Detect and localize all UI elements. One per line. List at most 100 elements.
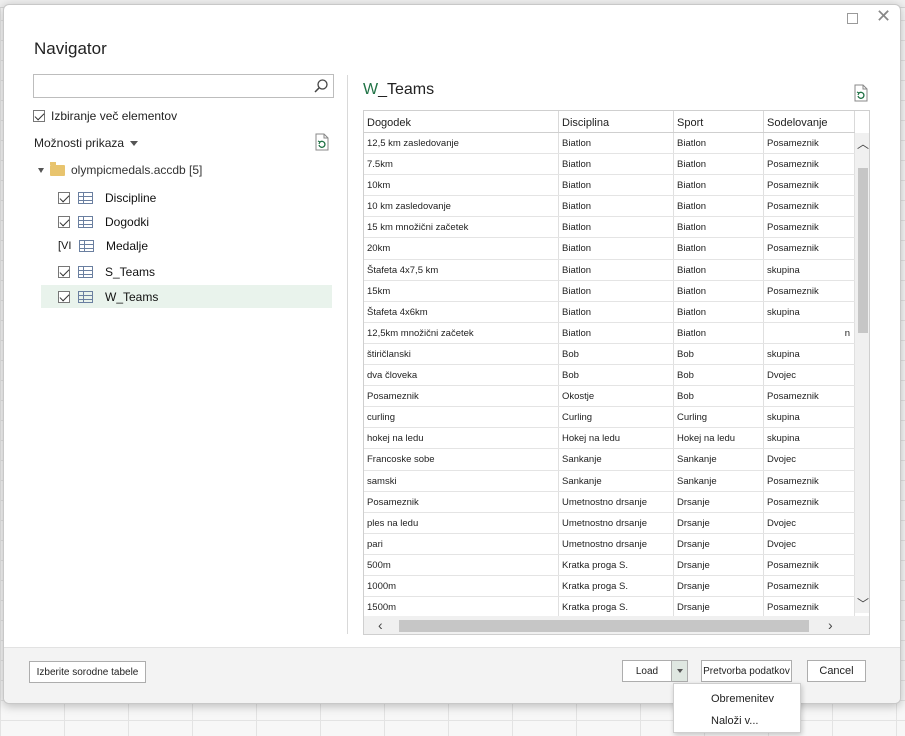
table-cell[interactable]: Kratka proga S. xyxy=(559,554,674,575)
table-cell[interactable]: Biatlon xyxy=(559,259,674,280)
table-cell[interactable]: Drsanje xyxy=(674,533,764,554)
tree-item-medalje[interactable]: [VI Medalje xyxy=(41,234,332,257)
item-checkbox[interactable] xyxy=(58,290,70,303)
table-cell[interactable]: Biatlon xyxy=(674,217,764,238)
transform-data-button[interactable]: Pretvorba podatkov xyxy=(701,660,792,682)
table-cell[interactable]: Biatlon xyxy=(674,322,764,343)
tree-item-dogodki[interactable]: Dogodki xyxy=(41,210,332,233)
database-node[interactable]: olympicmedals.accdb [5] xyxy=(38,161,202,177)
tree-item-w-teams[interactable]: W_Teams xyxy=(41,285,332,308)
horizontal-scroll-thumb[interactable] xyxy=(399,620,809,632)
table-cell[interactable]: skupina xyxy=(764,301,855,322)
table-cell[interactable]: Kratka proga S. xyxy=(559,575,674,597)
table-cell[interactable]: Biatlon xyxy=(674,175,764,196)
table-cell[interactable]: Biatlon xyxy=(559,175,674,196)
table-cell[interactable]: hokej na ledu xyxy=(364,428,559,449)
load-button[interactable]: Load xyxy=(622,660,672,682)
table-cell[interactable]: 20km xyxy=(364,238,559,259)
menu-item-load-to[interactable]: Naloži v... xyxy=(711,715,758,727)
table-cell[interactable]: Biatlon xyxy=(674,238,764,259)
table-cell[interactable]: 12,5km množični začetek xyxy=(364,322,559,343)
table-cell[interactable]: 10 km zasledovanje xyxy=(364,196,559,217)
table-cell[interactable]: samski xyxy=(364,470,559,491)
table-cell[interactable]: n xyxy=(764,322,855,343)
table-cell[interactable]: Bob xyxy=(559,343,674,365)
table-cell[interactable]: Biatlon xyxy=(674,154,764,175)
select-related-tables-button[interactable]: Izberite sorodne tabele xyxy=(29,661,146,683)
column-header[interactable]: Sodelovanje xyxy=(764,111,855,132)
table-cell[interactable]: štiričlanski xyxy=(364,343,559,365)
table-cell[interactable]: Bob xyxy=(674,365,764,386)
table-cell[interactable]: Francoske sobe xyxy=(364,449,559,470)
table-cell[interactable]: Drsanje xyxy=(674,575,764,597)
partial-checkbox-mark[interactable]: [VI xyxy=(58,240,71,252)
table-cell[interactable]: Drsanje xyxy=(674,597,764,618)
table-cell[interactable]: Biatlon xyxy=(559,280,674,301)
table-cell[interactable]: pari xyxy=(364,533,559,554)
table-cell[interactable]: skupina xyxy=(764,407,855,428)
column-header[interactable]: Disciplina xyxy=(559,111,674,132)
menu-item-load[interactable]: Obremenitev xyxy=(711,693,774,705)
table-cell[interactable]: Biatlon xyxy=(674,301,764,322)
table-cell[interactable]: Hokej na ledu xyxy=(559,428,674,449)
table-cell[interactable]: 10km xyxy=(364,175,559,196)
table-cell[interactable]: Posameznik xyxy=(764,238,855,259)
table-cell[interactable]: Štafeta 4x6km xyxy=(364,301,559,322)
table-cell[interactable]: Posameznik xyxy=(764,554,855,575)
table-cell[interactable]: Biatlon xyxy=(674,280,764,301)
refresh-icon[interactable] xyxy=(314,133,330,151)
table-cell[interactable]: 12,5 km zasledovanje xyxy=(364,133,559,154)
table-cell[interactable]: Curling xyxy=(674,407,764,428)
table-cell[interactable]: 7.5km xyxy=(364,154,559,175)
vertical-scrollbar[interactable]: ︿ ﹀ xyxy=(855,133,869,613)
table-cell[interactable]: Štafeta 4x7,5 km xyxy=(364,259,559,280)
load-dropdown-button[interactable] xyxy=(672,660,688,682)
table-cell[interactable]: Posameznik xyxy=(764,175,855,196)
column-header[interactable]: Dogodek xyxy=(364,111,559,132)
table-cell[interactable]: Posameznik xyxy=(764,154,855,175)
table-cell[interactable]: Biatlon xyxy=(559,322,674,343)
horizontal-scrollbar[interactable]: ‹ › xyxy=(364,616,869,634)
table-cell[interactable]: ples na ledu xyxy=(364,512,559,533)
maximize-icon[interactable] xyxy=(847,13,858,24)
table-cell[interactable]: Bob xyxy=(559,365,674,386)
table-cell[interactable]: Dvojec xyxy=(764,512,855,533)
table-cell[interactable]: skupina xyxy=(764,259,855,280)
select-multiple-checkbox[interactable] xyxy=(33,110,45,122)
table-cell[interactable]: Posameznik xyxy=(764,491,855,512)
scroll-up-icon[interactable]: ︿ xyxy=(857,135,869,152)
table-cell[interactable]: skupina xyxy=(764,343,855,365)
item-checkbox[interactable] xyxy=(58,191,70,204)
table-cell[interactable]: skupina xyxy=(764,428,855,449)
table-cell[interactable]: Okostje xyxy=(559,386,674,407)
table-cell[interactable]: Curling xyxy=(559,407,674,428)
table-cell[interactable]: Bob xyxy=(674,386,764,407)
table-cell[interactable]: Sankanje xyxy=(559,449,674,470)
vertical-scroll-thumb[interactable] xyxy=(858,168,868,333)
table-cell[interactable]: dva človeka xyxy=(364,365,559,386)
table-cell[interactable]: Posameznik xyxy=(764,597,855,618)
table-cell[interactable]: Dvojec xyxy=(764,449,855,470)
table-cell[interactable]: Biatlon xyxy=(674,259,764,280)
table-cell[interactable]: Posameznik xyxy=(364,386,559,407)
table-cell[interactable]: Posameznik xyxy=(764,133,855,154)
table-cell[interactable]: curling xyxy=(364,407,559,428)
table-cell[interactable]: Drsanje xyxy=(674,512,764,533)
table-cell[interactable]: Biatlon xyxy=(559,154,674,175)
item-checkbox[interactable] xyxy=(58,215,70,228)
table-cell[interactable]: 15 km množični začetek xyxy=(364,217,559,238)
table-cell[interactable]: Drsanje xyxy=(674,554,764,575)
table-cell[interactable]: 1500m xyxy=(364,597,559,618)
table-cell[interactable]: Umetnostno drsanje xyxy=(559,491,674,512)
table-cell[interactable]: Biatlon xyxy=(559,238,674,259)
column-header[interactable]: Sport xyxy=(674,111,764,132)
tree-item-discipline[interactable]: Discipline xyxy=(41,186,332,209)
table-cell[interactable]: Umetnostno drsanje xyxy=(559,512,674,533)
search-input[interactable] xyxy=(33,74,334,98)
table-cell[interactable]: Bob xyxy=(674,343,764,365)
table-cell[interactable]: Posameznik xyxy=(764,196,855,217)
table-cell[interactable]: 15km xyxy=(364,280,559,301)
table-cell[interactable]: Biatlon xyxy=(559,133,674,154)
table-cell[interactable]: Biatlon xyxy=(674,196,764,217)
tree-item-s-teams[interactable]: S_Teams xyxy=(41,260,332,283)
